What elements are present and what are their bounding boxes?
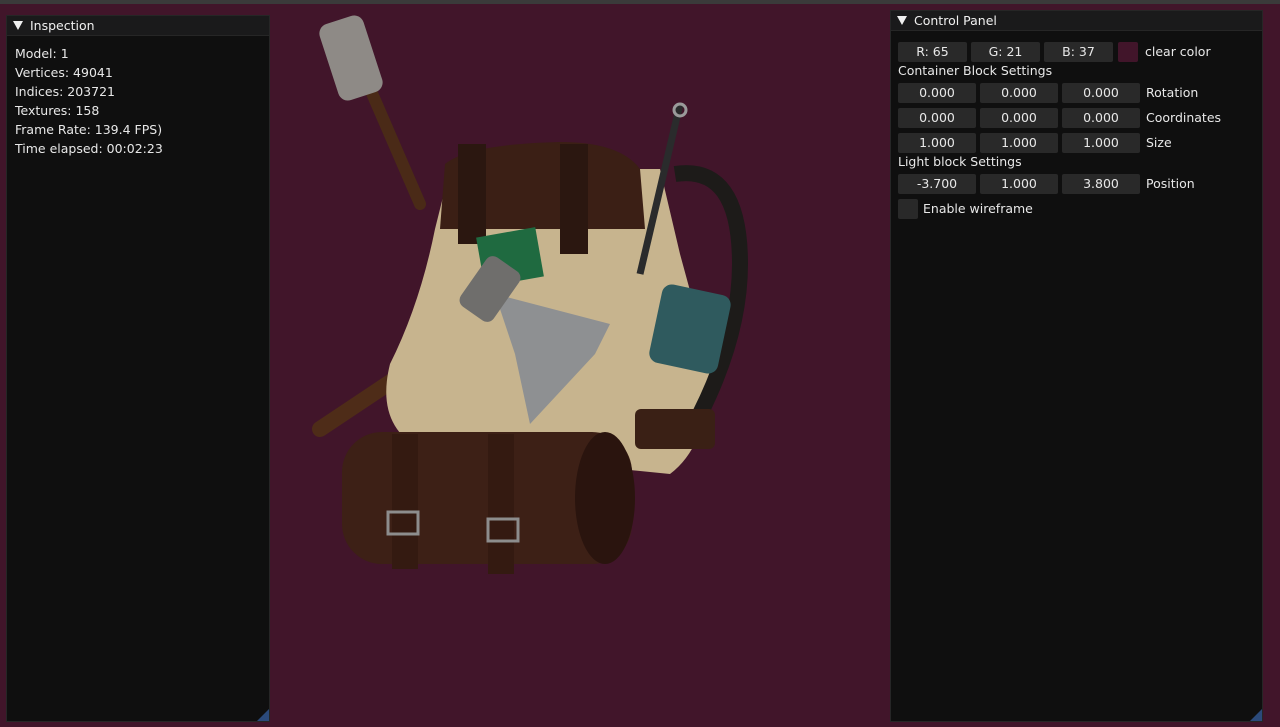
resize-grip-icon[interactable]: [1250, 709, 1262, 721]
inspection-stats: Model: 1 Vertices: 49041 Indices: 203721…: [7, 36, 269, 166]
clear-color-swatch[interactable]: [1118, 41, 1138, 62]
rotation-z-input[interactable]: 0.000: [1062, 82, 1140, 103]
size-z-input[interactable]: 1.000: [1062, 132, 1140, 153]
coordinates-z-input[interactable]: 0.000: [1062, 107, 1140, 128]
stat-model: Model: 1: [15, 46, 69, 61]
rotation-row: 0.000 0.000 0.000 Rotation: [898, 80, 1255, 105]
collapse-triangle-icon[interactable]: [13, 21, 23, 30]
coordinates-row: 0.000 0.000 0.000 Coordinates: [898, 105, 1255, 130]
size-y-input[interactable]: 1.000: [980, 132, 1058, 153]
position-label: Position: [1146, 176, 1195, 191]
position-row: -3.700 1.000 3.800 Position: [898, 171, 1255, 196]
stat-vertices: Vertices: 49041: [15, 65, 113, 80]
coordinates-x-input[interactable]: 0.000: [898, 107, 976, 128]
clear-color-r-input[interactable]: R: 65: [898, 41, 967, 62]
clear-color-g-input[interactable]: G: 21: [971, 41, 1040, 62]
position-z-input[interactable]: 3.800: [1062, 173, 1140, 194]
backpack-model-render: [312, 15, 749, 574]
stat-frame-rate: Frame Rate: 139.4 FPS): [15, 122, 163, 137]
container-settings-header: Container Block Settings: [898, 63, 1053, 78]
rotation-x-input[interactable]: 0.000: [898, 82, 976, 103]
light-settings-header: Light block Settings: [898, 154, 1022, 169]
stat-textures: Textures: 158: [15, 103, 100, 118]
clear-color-label: clear color: [1145, 44, 1211, 59]
stat-time-elapsed: Time elapsed: 00:02:23: [15, 141, 163, 156]
control-panel: Control Panel R: 65 G: 21 B: 37 clear co…: [890, 10, 1263, 722]
wireframe-checkbox[interactable]: [898, 198, 918, 219]
control-panel-title: Control Panel: [914, 13, 997, 28]
position-x-input[interactable]: -3.700: [898, 173, 976, 194]
wireframe-row: Enable wireframe: [898, 196, 1255, 221]
collapse-triangle-icon[interactable]: [897, 16, 907, 25]
clear-color-b-input[interactable]: B: 37: [1044, 41, 1113, 62]
wireframe-label: Enable wireframe: [923, 201, 1033, 216]
control-panel-titlebar[interactable]: Control Panel: [891, 11, 1262, 31]
inspection-titlebar[interactable]: Inspection: [7, 16, 269, 36]
inspection-title: Inspection: [30, 18, 95, 33]
resize-grip-icon[interactable]: [257, 709, 269, 721]
stat-indices: Indices: 203721: [15, 84, 115, 99]
rotation-y-input[interactable]: 0.000: [980, 82, 1058, 103]
size-x-input[interactable]: 1.000: [898, 132, 976, 153]
rotation-label: Rotation: [1146, 85, 1199, 100]
inspection-panel: Inspection Model: 1 Vertices: 49041 Indi…: [6, 15, 270, 722]
position-y-input[interactable]: 1.000: [980, 173, 1058, 194]
size-label: Size: [1146, 135, 1172, 150]
3d-viewport[interactable]: [270, 4, 890, 724]
coordinates-y-input[interactable]: 0.000: [980, 107, 1058, 128]
coordinates-label: Coordinates: [1146, 110, 1222, 125]
